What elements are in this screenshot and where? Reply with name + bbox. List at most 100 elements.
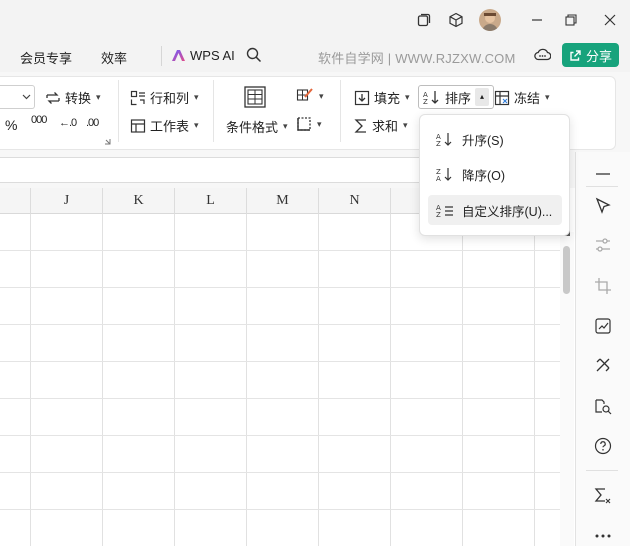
cloud-icon[interactable] [534, 47, 551, 61]
select-cursor-icon[interactable] [591, 194, 615, 218]
gridline [0, 361, 560, 362]
fill-label: 填充 [374, 91, 401, 106]
gridline [0, 435, 560, 436]
help-icon[interactable] [591, 434, 615, 458]
custom-sort-icon: AZ [436, 204, 453, 218]
convert-button[interactable]: 转换 ▾ [45, 88, 101, 107]
sidebar-divider [586, 186, 618, 187]
gridline [0, 287, 560, 288]
sort-descending-item[interactable]: ZA 降序(O) [428, 159, 562, 189]
share-label: 分享 [585, 48, 612, 64]
freeze-button[interactable]: 冻结 ▾ [494, 88, 550, 107]
svg-text:Z: Z [436, 140, 441, 147]
title-bar [0, 0, 630, 40]
gridline [0, 250, 560, 251]
ribbon-divider [340, 80, 341, 142]
gridline [0, 472, 560, 473]
worksheet-button[interactable]: 工作表 ▾ [130, 116, 199, 135]
column-header-j[interactable]: J [30, 188, 102, 214]
wps-ai-icon [172, 50, 185, 61]
sort-ascending-item[interactable]: AZ 升序(S) [428, 124, 562, 154]
minimize-icon[interactable] [527, 10, 547, 30]
percent-button[interactable]: % [5, 117, 17, 133]
column-header-m[interactable]: M [246, 188, 318, 214]
cube-icon[interactable] [446, 10, 466, 30]
share-button[interactable]: 分享 [562, 43, 619, 67]
watermark-text: 软件自学网 | WWW.RJZXW.COM [318, 51, 516, 66]
ribbon-divider [118, 80, 119, 142]
sidebar-divider [586, 470, 618, 471]
fill-icon [354, 90, 370, 105]
cell-style-button[interactable]: ▾ [296, 88, 324, 104]
gridline [102, 214, 103, 546]
column-header-partial[interactable] [0, 188, 30, 214]
svg-text:Z: Z [436, 211, 441, 218]
column-header-n[interactable]: N [318, 188, 390, 214]
column-header-l[interactable]: L [174, 188, 246, 214]
avatar[interactable] [479, 9, 501, 31]
chart-pen-icon[interactable] [591, 314, 615, 338]
document-search-icon[interactable] [591, 394, 615, 418]
gridline [0, 398, 560, 399]
sort-label: 排序 [445, 90, 472, 106]
gridline [174, 214, 175, 546]
search-icon[interactable] [246, 47, 262, 63]
fill-button[interactable]: 填充 ▾ [354, 88, 410, 107]
custom-sort-item[interactable]: AZ 自定义排序(U)... [428, 195, 562, 225]
gridline [462, 214, 463, 546]
worksheet-icon [130, 118, 146, 133]
decrease-decimal-button[interactable]: ←.0 [59, 117, 77, 129]
sort-descending-icon: ZA [436, 168, 452, 182]
chevron-down-icon [22, 94, 31, 100]
menu-efficiency[interactable]: 效率 [101, 48, 127, 67]
close-icon[interactable] [600, 10, 620, 30]
gridline [30, 214, 31, 546]
freeze-icon [494, 90, 510, 105]
increase-decimal-button[interactable]: .00 [86, 117, 99, 129]
convert-label: 转换 [65, 91, 92, 106]
sum-label: 求和 [372, 119, 399, 134]
convert-icon [46, 91, 60, 104]
gridline [318, 214, 319, 546]
sort-descending-label: 降序(O) [462, 168, 506, 183]
gridline [0, 324, 560, 325]
sum-button[interactable]: 求和 ▾ [354, 116, 408, 135]
more-options-icon[interactable] [591, 524, 615, 548]
row-col-icon [130, 90, 145, 105]
sort-ascending-label: 升序(S) [462, 133, 504, 148]
crop-icon[interactable] [591, 274, 615, 298]
dialog-launcher-icon[interactable] [104, 138, 111, 145]
wps-ai-button[interactable]: WPS AI [171, 48, 235, 63]
row-col-button[interactable]: 行和列 ▾ [130, 88, 199, 107]
gridline [534, 214, 535, 546]
border-button[interactable]: ▾ [296, 116, 322, 132]
svg-text:Z: Z [423, 98, 428, 105]
collapse-sidebar-icon[interactable] [591, 162, 615, 186]
restore-icon[interactable] [561, 10, 581, 30]
adjust-sliders-icon[interactable] [591, 233, 615, 257]
scrollbar-thumb[interactable] [563, 246, 570, 294]
gridline [0, 509, 560, 510]
sort-button[interactable]: AZ 排序 ▴ [418, 85, 495, 109]
thousands-separator-button[interactable]: 000 [31, 114, 47, 126]
conditional-format-icon [243, 85, 267, 109]
column-header-k[interactable]: K [102, 188, 174, 214]
sum-icon [354, 118, 366, 133]
sort-icon: AZ [423, 91, 439, 105]
number-format-select[interactable] [0, 85, 35, 109]
chevron-up-icon[interactable]: ▴ [475, 88, 490, 106]
spreadsheet-grid[interactable]: J K L M N O P [0, 188, 560, 546]
svg-text:A: A [436, 175, 441, 182]
sort-dropdown-menu: AZ 升序(S) ZA 降序(O) AZ 自定义排序(U)... [419, 114, 570, 236]
window-switch-icon[interactable] [414, 10, 434, 30]
custom-sort-label: 自定义排序(U)... [462, 204, 553, 219]
ribbon-divider [213, 80, 214, 142]
border-icon [297, 117, 311, 131]
tools-icon[interactable] [591, 353, 615, 377]
menu-member[interactable]: 会员专享 [20, 48, 72, 67]
formula-sum-icon[interactable] [591, 484, 615, 508]
conditional-format-label: 条件格式 [226, 120, 279, 135]
gridline [390, 214, 391, 546]
conditional-format-button[interactable]: 条件格式 ▾ [226, 117, 288, 136]
paint-brush-icon [296, 88, 313, 101]
